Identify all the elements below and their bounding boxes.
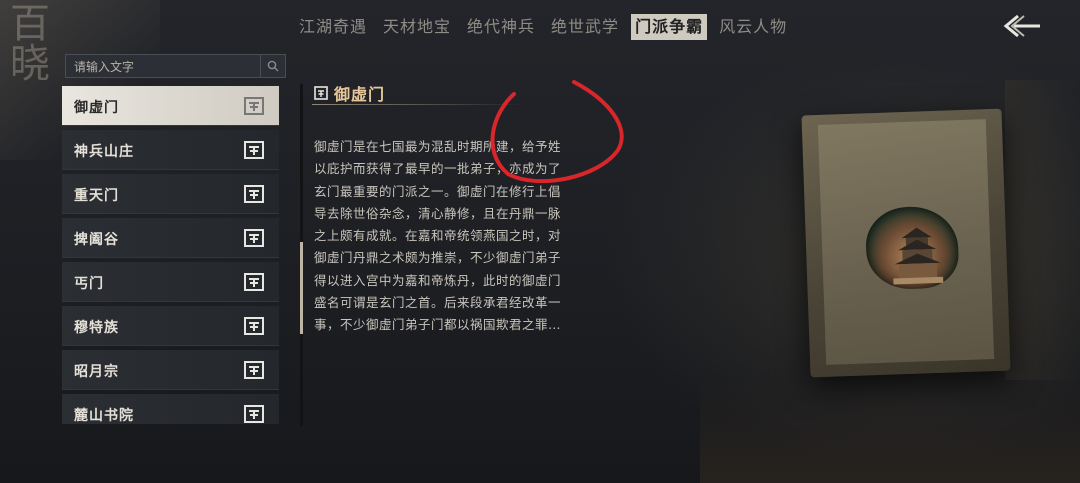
sect-emblem-icon [244,317,264,335]
sect-label: 丐门 [74,276,104,292]
description-line: 导去除世俗杂念，清心静修，且在丹鼎一脉 [314,205,562,221]
search-box [65,54,286,78]
tab-martial-arts[interactable]: 绝世武学 [547,14,623,40]
floor-shadow [700,380,1080,483]
sect-emblem-icon [244,141,264,159]
sect-emblem-icon [314,86,328,100]
tab-treasures[interactable]: 天材地宝 [379,14,455,40]
search-icon [267,60,279,72]
sect-item-zhongtian[interactable]: 重天门 [62,174,279,214]
sect-label: 麓山书院 [74,408,134,424]
tab-sects[interactable]: 门派争霸 [631,14,708,40]
red-circle-annotation [490,80,624,184]
sect-label: 昭月宗 [74,364,119,380]
description-line: 御虚门丹鼎之术颇为推崇，不少御虚门弟子 [314,250,562,266]
sect-label: 重天门 [74,188,119,204]
search-button[interactable] [260,55,285,77]
sect-list: 御虚门 神兵山庄 重天门 捭阖谷 丐门 穆特族 昭月宗 麓山书院 [62,86,279,424]
sect-item-lushan[interactable]: 麓山书院 [62,394,279,424]
description-line: 事，不少御虚门弟子门都以祸国欺君之罪… [314,317,562,333]
description-line: 盛名可谓是玄门之首。后来段承君经改革一 [314,295,562,311]
shelf-decoration [1005,80,1080,380]
sect-label: 神兵山庄 [74,144,134,160]
sect-emblem-icon [244,229,264,247]
sect-item-mute[interactable]: 穆特族 [62,306,279,346]
tab-weapons[interactable]: 绝代神兵 [463,14,539,40]
detail-title: 御虚门 [334,85,386,104]
category-tabs: 江湖奇遇 天材地宝 绝代神兵 绝世武学 门派争霸 风云人物 [295,14,791,40]
pagoda-image [893,227,944,285]
description-line: 之上颇有成就。在嘉和帝统领燕国之时，对 [314,228,562,244]
sect-emblem-icon [244,405,264,423]
corner-calligraphy: 百晓 [3,2,49,82]
sect-item-yuxumen[interactable]: 御虚门 [62,86,279,126]
sect-item-gaimen[interactable]: 丐门 [62,262,279,302]
tab-characters[interactable]: 风云人物 [715,14,791,40]
sect-item-shenbing[interactable]: 神兵山庄 [62,130,279,170]
search-input[interactable] [72,57,262,77]
tab-jianghu[interactable]: 江湖奇遇 [295,14,371,40]
scrollbar-thumb[interactable] [300,242,303,334]
sect-emblem-icon [244,185,264,203]
description-line: 得以进入宫中为嘉和帝炼丹，此时的御虚门 [314,272,562,288]
sect-item-baihe[interactable]: 捭阖谷 [62,218,279,258]
sect-emblem-icon [244,273,264,291]
back-arrow-icon [1003,14,1040,38]
back-button[interactable] [1000,10,1044,42]
sect-label: 捭阖谷 [74,232,119,248]
detail-header: 御虚门 [314,82,385,104]
sect-emblem-icon [244,361,264,379]
sect-emblem-icon [244,97,264,115]
sect-book-illustration [801,108,1011,378]
sect-item-zhaoyue[interactable]: 昭月宗 [62,350,279,390]
sect-label: 穆特族 [74,320,119,336]
sect-label: 御虚门 [74,100,119,116]
